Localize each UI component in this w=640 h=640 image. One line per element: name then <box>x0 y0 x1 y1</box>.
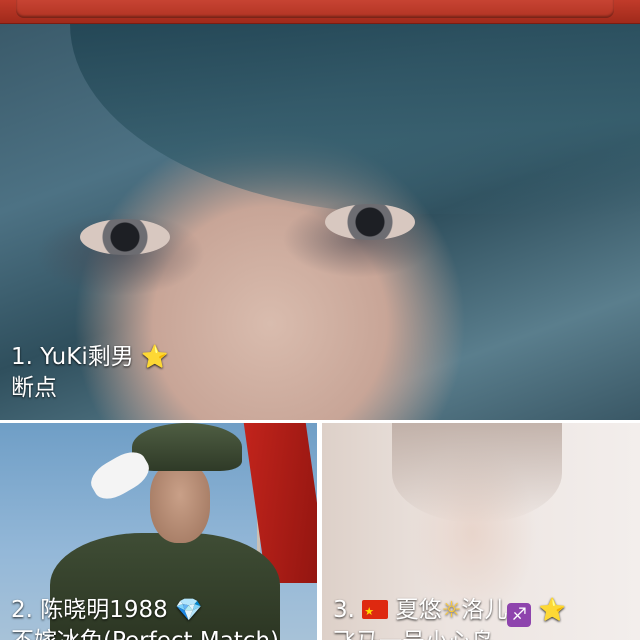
china-flag-icon <box>362 597 389 627</box>
app-screen: 1. YuKi剩男 ⭐ 断点 2. 陈晓明1988 💎 不嫁冰兔(Perfect… <box>0 0 640 640</box>
search-field[interactable] <box>16 0 614 18</box>
user-status-3: 飞马一号小心鸟 <box>333 627 566 640</box>
user-card-1[interactable]: 1. YuKi剩男 ⭐ 断点 <box>0 24 640 420</box>
rank-number: 2. <box>11 597 33 623</box>
user-status-1: 断点 <box>11 375 57 401</box>
gem-icon: 💎 <box>175 598 203 623</box>
user-card-2[interactable]: 2. 陈晓明1988 💎 不嫁冰兔(Perfect Match) <box>0 423 317 640</box>
sun-icon: ☼ <box>441 598 462 623</box>
rank-number: 3. <box>333 597 355 623</box>
user-card-3[interactable]: 3. 夏悠☼洛儿♐ ⭐ 飞马一号小心鸟 <box>322 423 640 640</box>
user-status-2: 不嫁冰兔(Perfect Match) <box>11 626 279 640</box>
photo-detail <box>150 463 210 543</box>
user-caption-3: 3. 夏悠☼洛儿♐ ⭐ 飞马一号小心鸟 <box>333 595 566 640</box>
user-name-text: 洛儿 <box>461 597 508 623</box>
user-caption-1: 1. YuKi剩男 ⭐ 断点 <box>11 342 168 403</box>
user-name-1: 1. YuKi剩男 ⭐ <box>11 342 168 373</box>
user-caption-2: 2. 陈晓明1988 💎 不嫁冰兔(Perfect Match) <box>11 595 279 640</box>
star-icon: ⭐ <box>141 345 169 370</box>
sagittarius-icon: ♐ <box>507 603 532 627</box>
user-name-text: 陈晓明1988 <box>40 597 168 623</box>
user-name-3: 3. 夏悠☼洛儿♐ ⭐ <box>333 595 566 627</box>
photo-detail <box>325 204 415 240</box>
star-icon: ⭐ <box>538 598 567 623</box>
photo-detail <box>80 219 170 255</box>
rank-number: 1. <box>11 344 33 370</box>
photo-detail <box>392 423 562 523</box>
photo-detail <box>132 423 242 471</box>
user-name-text: 夏悠 <box>395 597 442 623</box>
user-name-text: YuKi剩男 <box>40 344 134 370</box>
top-nav-bar <box>0 0 640 24</box>
user-name-2: 2. 陈晓明1988 💎 <box>11 595 279 626</box>
